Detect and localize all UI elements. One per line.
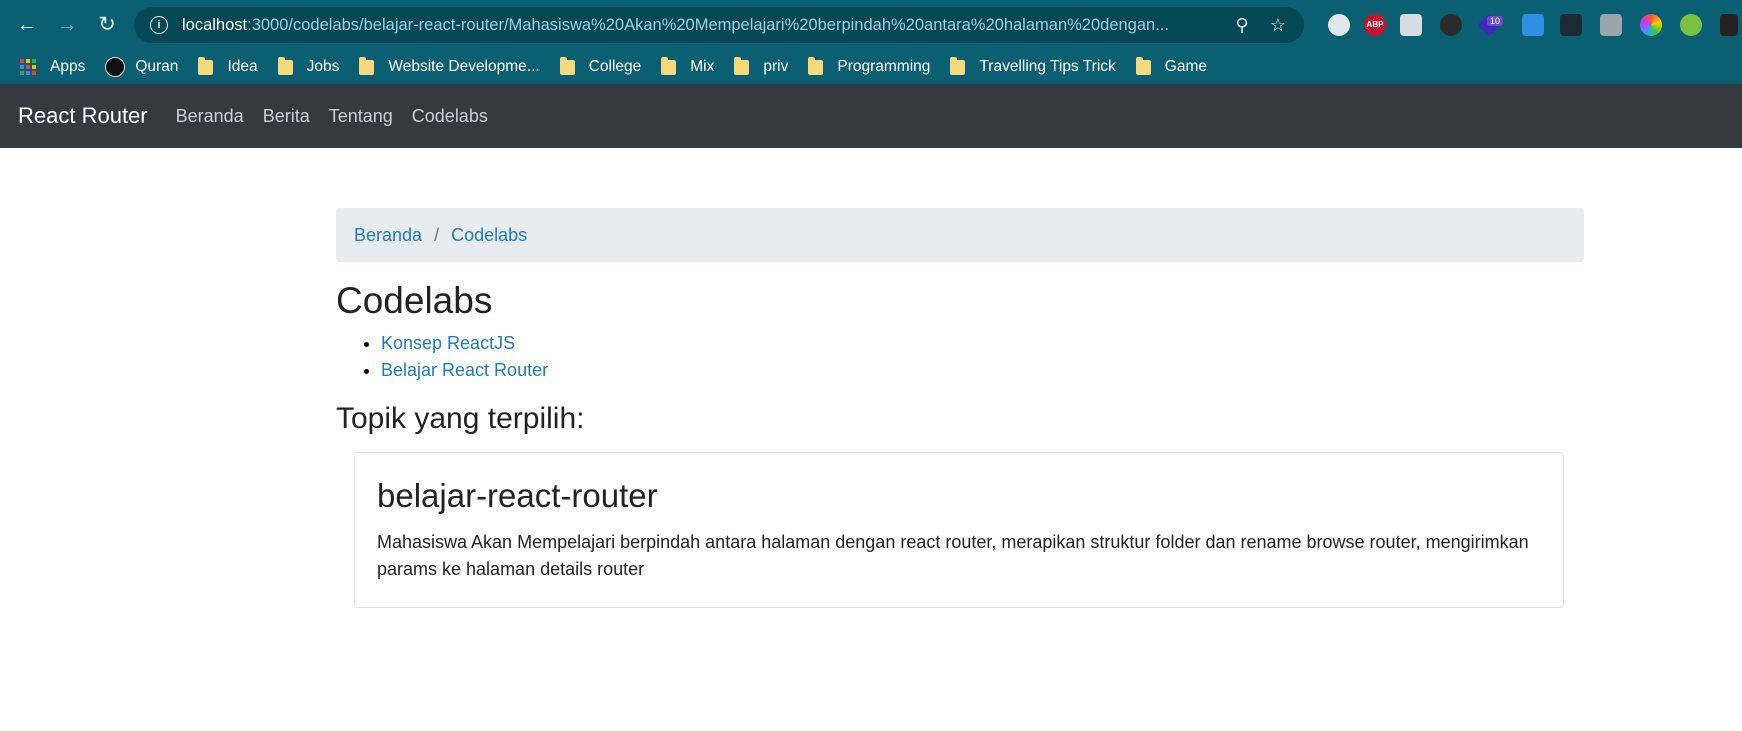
extension-badge: 10	[1487, 16, 1504, 26]
nav-link-beranda[interactable]: Beranda	[176, 106, 244, 127]
info-icon[interactable]: i	[150, 16, 168, 34]
folder-icon	[734, 56, 750, 75]
spy-extension-icon[interactable]	[1440, 14, 1462, 36]
bookmark-folder-idea[interactable]: Idea	[198, 56, 258, 76]
document-extension-icon[interactable]	[1560, 14, 1582, 36]
apps-grid-icon	[20, 59, 36, 75]
bookmark-label: Website Developme...	[388, 58, 540, 75]
bookmark-folder-programming[interactable]: Programming	[808, 56, 931, 76]
selected-topic-heading: Topik yang terpilih:	[336, 402, 585, 435]
globe-extension-icon[interactable]	[1328, 14, 1350, 36]
breadcrumb-beranda[interactable]: Beranda	[354, 225, 422, 246]
forward-arrow-icon[interactable]: →	[54, 12, 80, 38]
page-title: Codelabs	[336, 280, 493, 321]
globe-green-extension-icon[interactable]	[1680, 14, 1702, 36]
bookmark-folder-priv[interactable]: priv	[734, 56, 789, 76]
bookmark-folder-website[interactable]: Website Developme...	[359, 56, 540, 76]
bookmark-label: priv	[763, 58, 789, 75]
folder-icon	[950, 56, 966, 75]
bookmark-star-icon[interactable]: ☆	[1268, 15, 1288, 35]
url-path: :3000/codelabs/belajar-react-router/Maha…	[247, 15, 1169, 34]
breadcrumb: Beranda / Codelabs	[336, 208, 1584, 262]
folder-icon	[661, 56, 677, 75]
camera-extension-icon[interactable]	[1600, 14, 1622, 36]
folder-icon	[1135, 56, 1151, 75]
color-extension-icon[interactable]	[1640, 14, 1662, 36]
nav-link-tentang[interactable]: Tentang	[329, 106, 393, 127]
bookmark-folder-travel[interactable]: Travelling Tips Trick	[950, 56, 1116, 76]
bookmark-label: Mix	[690, 58, 715, 75]
folder-icon	[359, 56, 375, 75]
bookmark-apps[interactable]: Apps	[20, 58, 85, 76]
bookmark-label: Quran	[135, 58, 179, 75]
list-item: Belajar React Router	[381, 357, 1584, 384]
breadcrumb-separator: /	[434, 224, 440, 245]
card-title: belajar-react-router	[377, 477, 658, 514]
main-content: Beranda / Codelabs Codelabs Konsep React…	[336, 208, 1584, 608]
browser-chrome: ← → ↻ i localhost:3000/codelabs/belajar-…	[0, 0, 1742, 84]
folder-icon	[808, 56, 824, 75]
bookmark-quran[interactable]: Quran	[105, 57, 178, 77]
address-bar[interactable]: i localhost:3000/codelabs/belajar-react-…	[134, 7, 1304, 43]
nav-link-codelabs[interactable]: Codelabs	[412, 106, 488, 127]
bookmark-label: Programming	[837, 58, 931, 75]
breadcrumb-codelabs[interactable]: Codelabs	[451, 225, 527, 246]
profile-extension-icon[interactable]	[1720, 14, 1738, 36]
zoom-icon[interactable]: ⚲	[1232, 15, 1252, 35]
bookmark-label: Idea	[227, 58, 258, 75]
bookmark-folder-jobs[interactable]: Jobs	[277, 56, 340, 76]
nav-link-berita[interactable]: Berita	[263, 106, 310, 127]
topic-link-konsep-reactjs[interactable]: Konsep ReactJS	[381, 333, 515, 353]
bookmark-label: Game	[1164, 58, 1207, 75]
bookmark-folder-game[interactable]: Game	[1135, 56, 1207, 76]
bookmarks-bar: Apps Quran Idea Jobs Website Developme..…	[0, 50, 1742, 84]
url-host: localhost	[182, 15, 248, 34]
reload-icon[interactable]: ↻	[94, 12, 120, 38]
adblock-extension-icon[interactable]: ABP	[1364, 14, 1386, 36]
back-arrow-icon[interactable]: ←	[14, 12, 40, 38]
chat-extension-icon[interactable]	[1400, 14, 1422, 36]
bookmark-label: Jobs	[306, 58, 340, 75]
topic-link-belajar-react-router[interactable]: Belajar React Router	[381, 360, 548, 380]
bookmark-label: Travelling Tips Trick	[979, 58, 1116, 75]
topic-card: belajar-react-router Mahasiswa Akan Memp…	[354, 452, 1564, 608]
navbar-brand[interactable]: React Router	[18, 103, 148, 129]
quran-icon	[105, 57, 126, 77]
folder-icon	[559, 56, 575, 75]
download-extension-icon[interactable]	[1522, 14, 1544, 36]
topic-list: Konsep ReactJS Belajar React Router	[336, 330, 1584, 384]
bookmark-label: College	[588, 58, 642, 75]
url-text[interactable]: localhost:3000/codelabs/belajar-react-ro…	[182, 16, 1232, 35]
folder-icon	[277, 56, 293, 75]
bookmark-folder-mix[interactable]: Mix	[661, 56, 715, 76]
bookmark-label: Apps	[50, 58, 86, 75]
app-navbar: React Router Beranda Berita Tentang Code…	[0, 84, 1742, 148]
card-text: Mahasiswa Akan Mempelajari berpindah ant…	[377, 532, 1529, 579]
folder-icon	[198, 56, 214, 75]
list-item: Konsep ReactJS	[381, 330, 1584, 357]
browser-toolbar: ← → ↻ i localhost:3000/codelabs/belajar-…	[0, 0, 1742, 50]
bookmark-folder-college[interactable]: College	[559, 56, 642, 76]
